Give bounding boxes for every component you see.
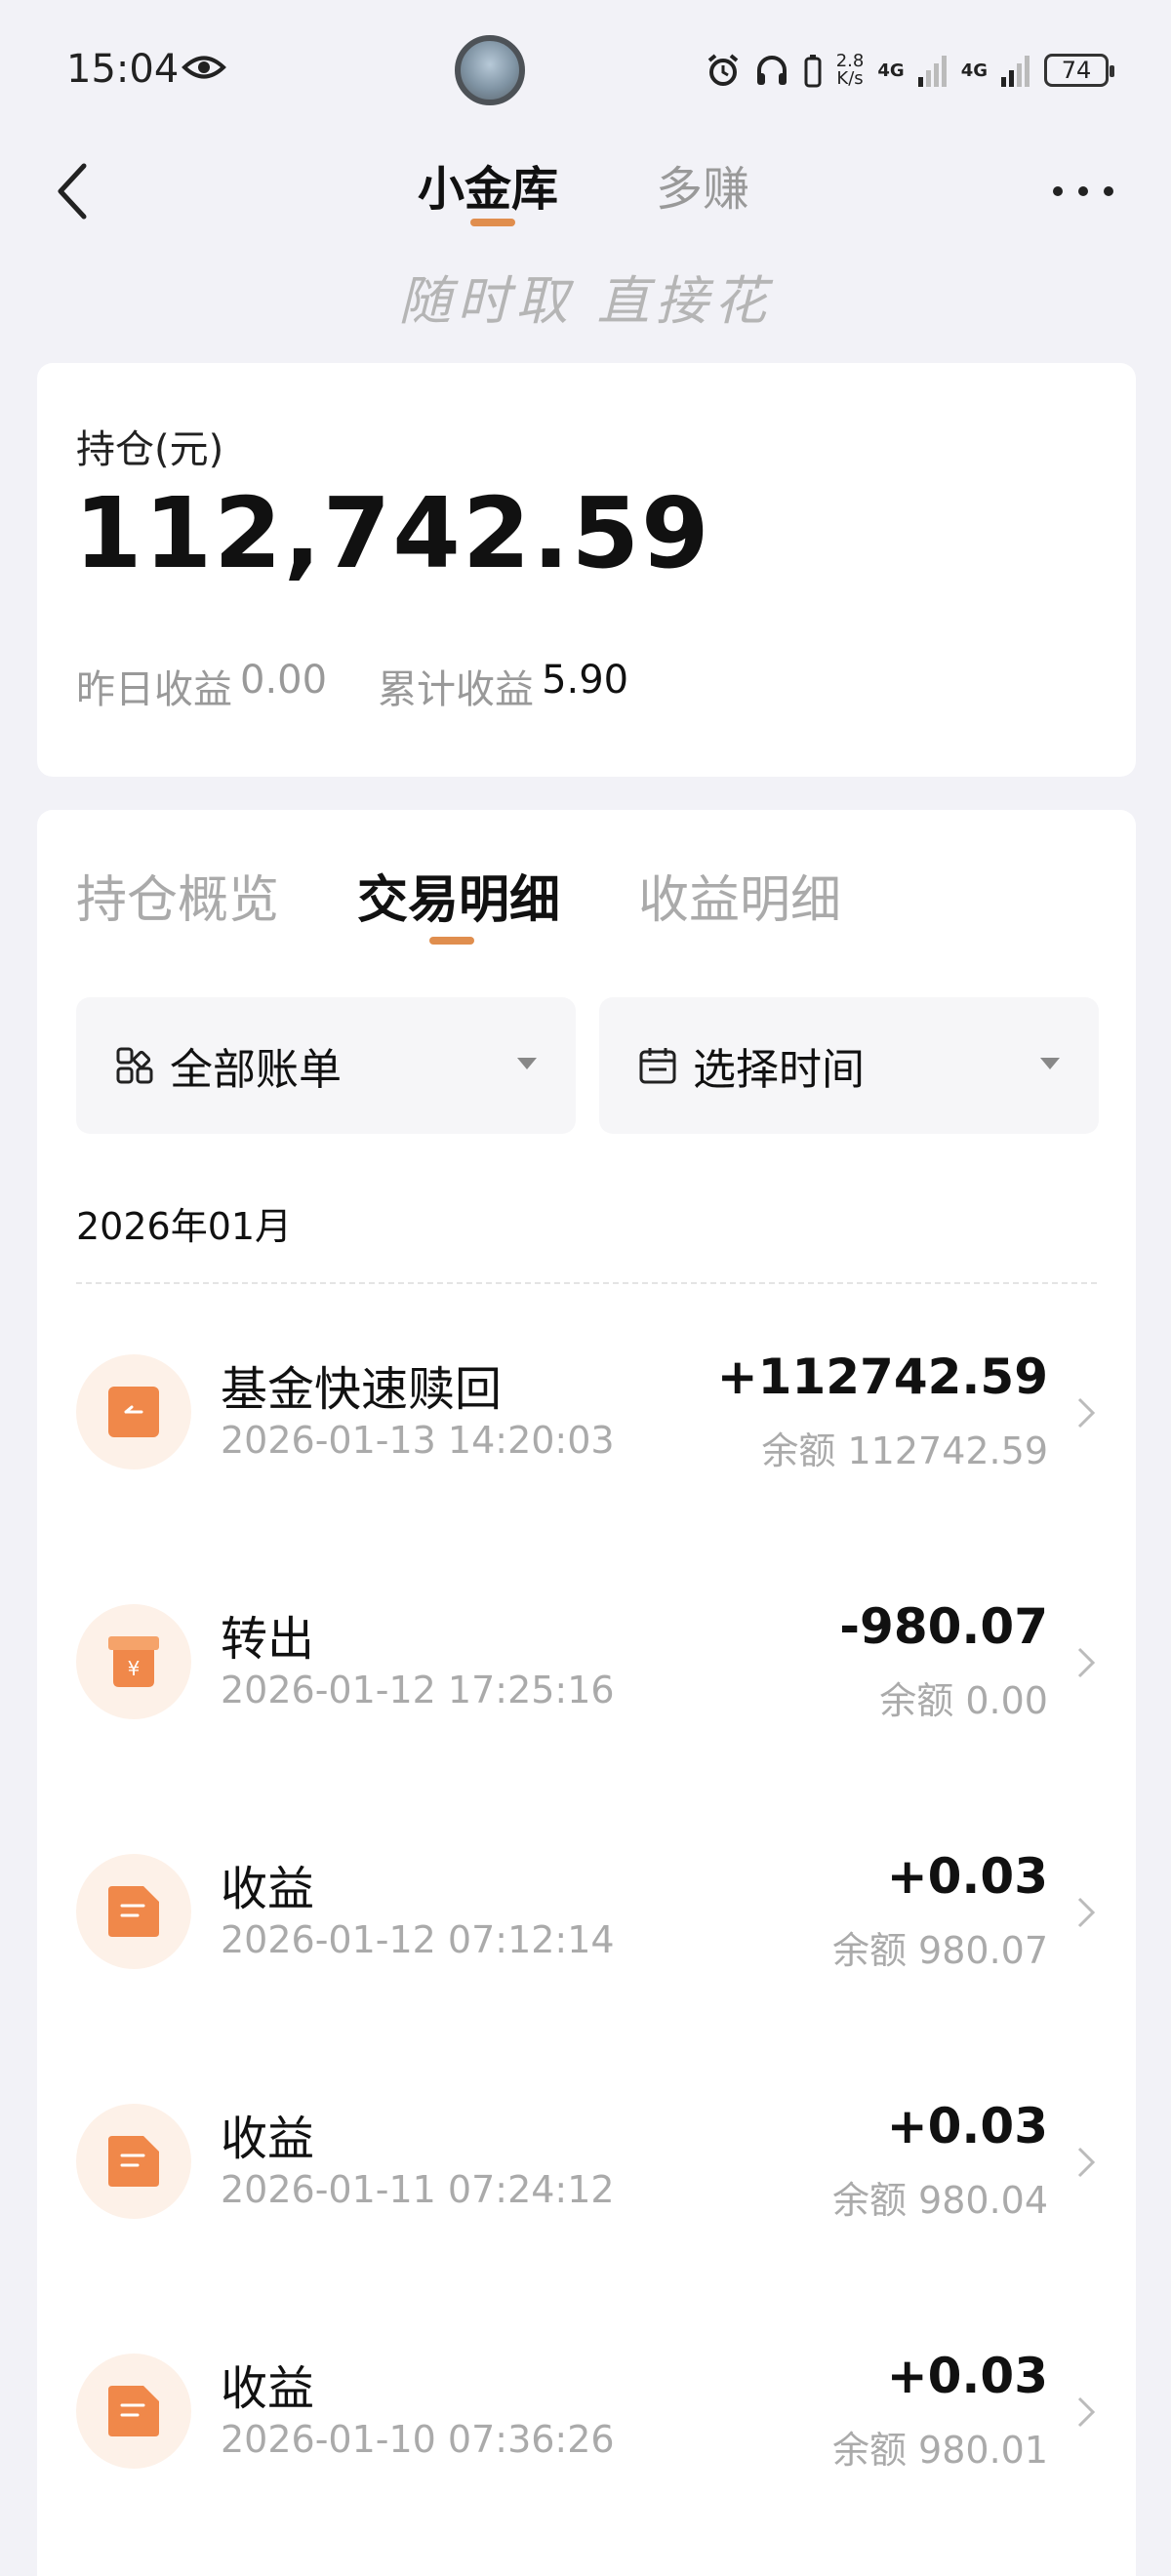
redeem-icon	[76, 1354, 191, 1469]
active-tab-indicator	[470, 219, 515, 226]
tab-holding-overview[interactable]: 持仓概览	[76, 859, 279, 932]
transaction-balance: 余额 0.00	[879, 1679, 1048, 1722]
transfer-out-icon: ¥	[76, 1604, 191, 1719]
bill-filter-label: 全部账单	[170, 1045, 342, 1095]
chevron-right-icon	[1077, 2147, 1096, 2178]
transaction-row[interactable]: 收益 2026-01-11 07:24:12 +0.03 余额 980.04	[37, 2047, 1136, 2297]
status-time: 15:04	[66, 47, 180, 92]
tab-duozhuan[interactable]: 多赚	[656, 150, 749, 219]
time-filter-label: 选择时间	[693, 1045, 865, 1095]
transaction-amount: +0.03	[886, 1848, 1048, 1905]
caret-down-icon	[517, 1058, 537, 1069]
transaction-date: 2026-01-11 07:24:12	[221, 2168, 615, 2211]
income-row: 昨日收益 0.00 累计收益 5.90	[76, 658, 628, 714]
holding-amount: 112,742.59	[74, 476, 711, 590]
grid-icon	[116, 1047, 153, 1084]
chevron-right-icon	[1077, 1397, 1096, 1429]
eye-icon	[182, 56, 226, 79]
total-income-value: 5.90	[542, 658, 629, 703]
transaction-row[interactable]: ¥ 转出 2026-01-12 17:25:16 -980.07 余额 0.00	[37, 1548, 1136, 1797]
signal-label-2: 4G	[960, 60, 988, 81]
slogan: 随时取 直接花	[398, 270, 773, 332]
transaction-title: 收益	[221, 2112, 315, 2166]
transaction-date: 2026-01-12 07:12:14	[221, 1918, 615, 1961]
transaction-amount: +0.03	[886, 2098, 1048, 2154]
signal-bars-icon	[917, 56, 947, 87]
more-icon[interactable]	[1050, 183, 1116, 199]
yesterday-income-label: 昨日收益	[76, 667, 232, 712]
time-filter-dropdown[interactable]: 选择时间	[599, 997, 1099, 1134]
avatar[interactable]	[455, 35, 525, 105]
month-header: 2026年01月	[76, 1205, 293, 1248]
transaction-title: 基金快速赎回	[221, 1362, 503, 1417]
status-icons: 2.8 K/s 4G 4G 74	[706, 49, 1114, 92]
signal-label-1: 4G	[877, 60, 905, 81]
chevron-right-icon	[1077, 1897, 1096, 1928]
top-nav: 小金库 多赚	[0, 142, 1171, 240]
tab-transaction-detail[interactable]: 交易明细	[357, 859, 560, 932]
yesterday-income-value: 0.00	[240, 658, 328, 703]
battery-indicator: 74	[1044, 54, 1114, 87]
alarm-icon	[707, 54, 739, 86]
transaction-balance: 余额 980.04	[831, 2179, 1048, 2222]
holding-card: 持仓(元) 112,742.59 昨日收益 0.00 累计收益 5.90	[37, 363, 1136, 777]
transaction-date: 2026-01-12 17:25:16	[221, 1669, 615, 1711]
tab-xiaojinku[interactable]: 小金库	[418, 150, 558, 219]
calendar-icon	[639, 1048, 676, 1084]
detail-tabs: 持仓概览 交易明细 收益明细	[76, 859, 841, 932]
signal-bars-icon	[1001, 56, 1030, 87]
transaction-date: 2026-01-13 14:20:03	[221, 1419, 615, 1462]
headphones-icon	[756, 56, 787, 85]
detail-card: 持仓概览 交易明细 收益明细 全部账单 选择时间 2026年01月 基金快速赎回…	[37, 810, 1136, 2576]
income-icon	[76, 2104, 191, 2219]
transaction-balance: 余额 112742.59	[761, 1429, 1048, 1472]
chevron-right-icon	[1077, 2396, 1096, 2428]
battery-saver-icon	[804, 55, 822, 88]
transaction-row[interactable]: 基金快速赎回 2026-01-13 14:20:03 +112742.59 余额…	[37, 1298, 1136, 1548]
status-bar: 15:04 2.8 K/s 4G 4G 74	[0, 0, 1171, 142]
transaction-list: 基金快速赎回 2026-01-13 14:20:03 +112742.59 余额…	[37, 1298, 1136, 2547]
transaction-amount: -980.07	[839, 1598, 1048, 1655]
transaction-title: 转出	[221, 1612, 315, 1667]
transaction-row[interactable]: 收益 2026-01-10 07:36:26 +0.03 余额 980.01	[37, 2297, 1136, 2547]
transaction-balance: 余额 980.01	[831, 2429, 1048, 2472]
active-tab-indicator	[429, 937, 474, 945]
transaction-amount: +0.03	[886, 2348, 1048, 2404]
caret-down-icon	[1040, 1058, 1060, 1069]
transaction-amount: +112742.59	[716, 1348, 1048, 1405]
bill-filter-dropdown[interactable]: 全部账单	[76, 997, 576, 1134]
transaction-title: 收益	[221, 2361, 315, 2416]
transaction-date: 2026-01-10 07:36:26	[221, 2418, 615, 2461]
network-speed: 2.8 K/s	[835, 51, 865, 89]
divider	[76, 1282, 1097, 1284]
chevron-right-icon	[1077, 1647, 1096, 1678]
transaction-row[interactable]: 收益 2026-01-12 07:12:14 +0.03 余额 980.07	[37, 1797, 1136, 2047]
transaction-balance: 余额 980.07	[831, 1929, 1048, 1972]
svg-text:¥: ¥	[128, 1657, 141, 1680]
back-icon[interactable]	[51, 160, 94, 222]
holding-label: 持仓(元)	[76, 427, 224, 472]
income-icon	[76, 2354, 191, 2469]
income-icon	[76, 1854, 191, 1969]
total-income-label: 累计收益	[378, 667, 535, 712]
tab-income-detail[interactable]: 收益明细	[638, 859, 841, 932]
transaction-title: 收益	[221, 1862, 315, 1916]
